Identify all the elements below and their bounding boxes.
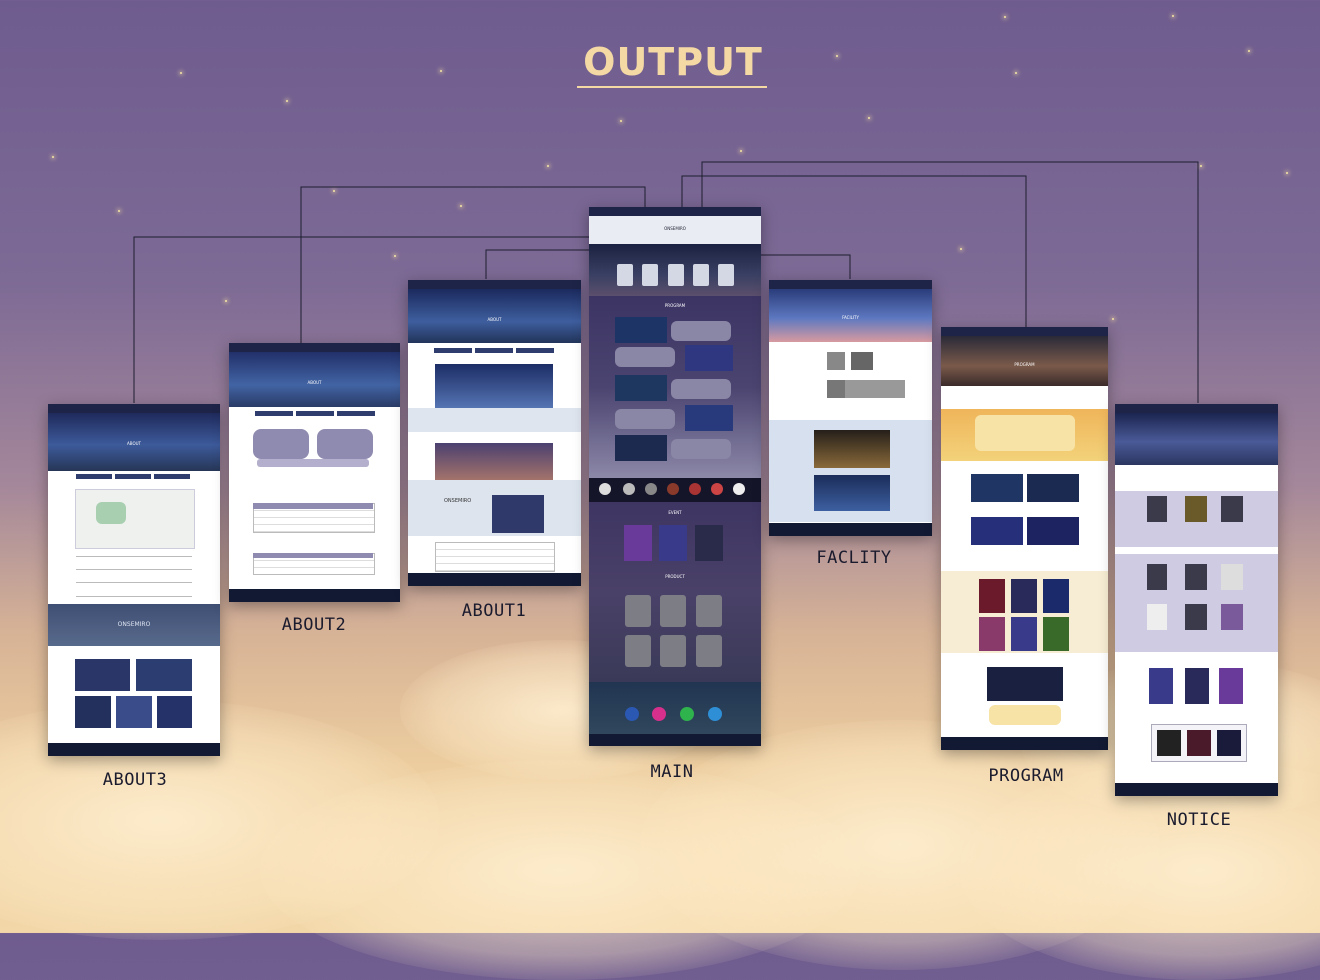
about3-hero-title: ABOUT (127, 441, 141, 446)
program-hero-title: PROGRAM (1014, 362, 1035, 367)
naver-icon[interactable] (680, 707, 694, 721)
about1-screenshot: ABOUT ONSEMIRO (408, 280, 581, 586)
main-section-event: EVENT (668, 510, 682, 515)
label-program: PROGRAM (988, 766, 1064, 786)
program-screenshot: PROGRAM (941, 327, 1108, 750)
facility-hero-title: FACILITY (842, 315, 859, 320)
label-facility: FACLITY (816, 548, 892, 568)
label-about1: ABOUT1 (461, 601, 527, 621)
about3-screenshot: ABOUT ONSEMIRO (48, 404, 220, 756)
about2-hero-title: ABOUT (307, 380, 322, 385)
map-image (75, 489, 195, 549)
main-brand: ONSEMIRO (664, 226, 686, 231)
main-section-program: PROGRAM (664, 303, 686, 308)
main-section-product: PRODUCT (665, 574, 685, 579)
about1-brand: ONSEMIRO (444, 498, 472, 504)
facebook-icon[interactable] (625, 707, 639, 721)
main-screenshot: ONSEMIRO PROGRAM EVENT PRODUCT (589, 207, 761, 746)
label-about3: ABOUT3 (102, 770, 168, 790)
about2-screenshot: ABOUT (229, 343, 400, 602)
label-about2: ABOUT2 (281, 615, 347, 635)
about3-brand: ONSEMIRO (117, 621, 151, 628)
label-notice: NOTICE (1166, 810, 1232, 830)
twitter-icon[interactable] (708, 707, 722, 721)
instagram-icon[interactable] (652, 707, 666, 721)
label-main: MAIN (650, 762, 694, 782)
facility-screenshot: FACILITY (769, 280, 932, 536)
about1-hero-title: ABOUT (487, 317, 502, 322)
notice-screenshot (1115, 404, 1278, 796)
